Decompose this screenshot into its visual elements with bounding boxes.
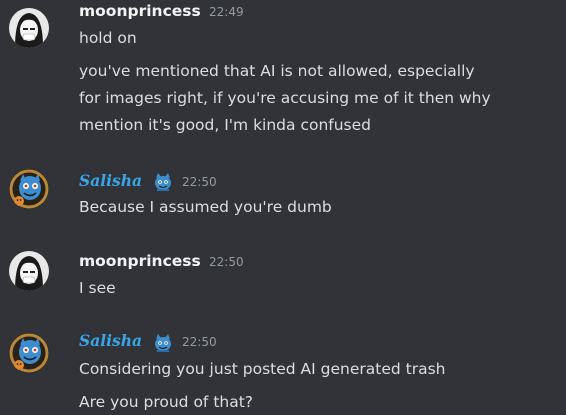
message-text: Considering you just posted AI generated… [79, 360, 446, 378]
message-text: Are you proud of that? [79, 393, 254, 411]
blue-creature-badge-icon [152, 331, 174, 353]
timestamp: 22:50 [209, 255, 244, 269]
timestamp: 22:50 [182, 175, 217, 189]
username[interactable]: Salisha [79, 331, 142, 351]
moonprincess-avatar-icon[interactable] [9, 8, 49, 48]
moonprincess-avatar-icon[interactable] [9, 251, 49, 291]
username[interactable]: Salisha [79, 171, 142, 191]
blue-creature-badge-icon [152, 170, 174, 192]
message-text: I see [79, 279, 116, 297]
salisha-avatar-icon[interactable] [9, 333, 49, 373]
chat-messages: moonprincess 22:49 hold on you've mentio… [0, 0, 566, 415]
timestamp: 22:49 [209, 5, 244, 19]
message-text: for images right, if you're accusing me … [79, 89, 491, 107]
message-text: Because I assumed you're dumb [79, 198, 332, 216]
message-text: hold on [79, 29, 137, 47]
username[interactable]: moonprincess [79, 251, 201, 271]
timestamp: 22:50 [182, 335, 217, 349]
username[interactable]: moonprincess [79, 1, 201, 21]
message-text: mention it's good, I'm kinda confused [79, 116, 372, 134]
salisha-avatar-icon[interactable] [9, 169, 49, 209]
message-text: you've mentioned that AI is not allowed,… [79, 62, 475, 80]
